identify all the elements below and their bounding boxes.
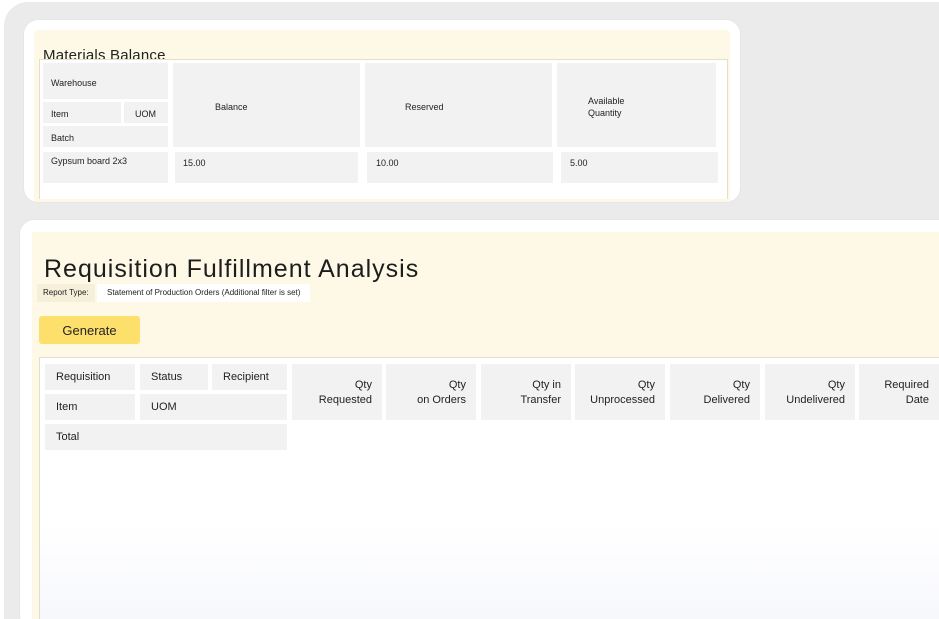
row-reserved: 10.00 <box>367 152 553 183</box>
materials-balance-card: Materials Balance Warehouse Item UOM Bat… <box>24 20 740 202</box>
row-available: 5.00 <box>561 152 718 183</box>
header-qty-undelivered-line1: Qty <box>827 379 845 391</box>
header-reserved[interactable]: Reserved <box>365 63 552 147</box>
header-total: Total <box>45 424 287 450</box>
header-reserved-label: Reserved <box>405 102 444 112</box>
header-item-label: Item <box>51 109 69 119</box>
header-required-date-line1: Required <box>884 379 929 391</box>
row-balance-text: 15.00 <box>183 158 206 168</box>
materials-balance-panel: Materials Balance Warehouse Item UOM Bat… <box>34 30 730 202</box>
header-balance-label: Balance <box>215 102 248 112</box>
header-balance[interactable]: Balance <box>173 63 360 147</box>
row-item-name: Gypsum board 2x3 <box>43 152 168 183</box>
header-batch[interactable]: Batch <box>43 126 168 147</box>
report-table: Requisition Status Recipient Item UOM To… <box>39 357 939 619</box>
header-qty-on-orders-line1: Qty <box>448 379 466 391</box>
header-qty-unprocessed[interactable]: Qty Unprocessed <box>575 364 665 420</box>
header-item[interactable]: Item <box>43 102 121 123</box>
header-qty-requested[interactable]: Qty Requested <box>292 364 382 420</box>
header-qty-in-transfer-line2: Transfer <box>520 394 561 406</box>
header-uom-label: UOM <box>135 109 156 119</box>
header-required-date-line2: Date <box>905 394 929 406</box>
header-warehouse[interactable]: Warehouse <box>43 63 168 99</box>
header-available-quantity[interactable]: Available Quantity <box>557 63 716 147</box>
header-qty-requested-line1: Qty <box>354 379 372 391</box>
header-batch-label: Batch <box>51 133 75 143</box>
header-required-date[interactable]: Required Date <box>859 364 939 420</box>
header-warehouse-label: Warehouse <box>51 78 97 88</box>
row-available-text: 5.00 <box>570 158 588 168</box>
header-qty-undelivered-line2: Undelivered <box>786 394 845 406</box>
header-uom[interactable]: UOM <box>124 102 168 123</box>
header-qty-undelivered[interactable]: Qty Undelivered <box>765 364 855 420</box>
header-recipient[interactable]: Recipient <box>212 364 287 390</box>
header-qty-in-transfer[interactable]: Qty in Transfer <box>481 364 571 420</box>
header-item[interactable]: Item <box>45 394 135 420</box>
header-qty-on-orders[interactable]: Qty on Orders <box>386 364 476 420</box>
materials-balance-table: Warehouse Item UOM Batch Balance Reserve… <box>39 59 728 199</box>
header-qty-unprocessed-line2: Unprocessed <box>590 394 655 406</box>
header-qty-delivered-line2: Delivered <box>703 394 750 406</box>
header-available-label-1: Available <box>588 96 625 106</box>
header-status[interactable]: Status <box>140 364 208 390</box>
header-available-label-2: Quantity <box>588 108 622 118</box>
header-qty-delivered-line1: Qty <box>732 379 750 391</box>
header-uom[interactable]: UOM <box>140 394 287 420</box>
generate-button[interactable]: Generate <box>39 316 140 344</box>
row-balance: 15.00 <box>175 152 358 183</box>
header-qty-delivered[interactable]: Qty Delivered <box>670 364 760 420</box>
header-qty-requested-line2: Requested <box>318 394 372 406</box>
header-qty-on-orders-line2: on Orders <box>417 394 466 406</box>
page-title: Requisition Fulfillment Analysis <box>44 255 420 283</box>
header-requisition[interactable]: Requisition <box>45 364 135 390</box>
row-reserved-text: 10.00 <box>376 158 399 168</box>
header-qty-unprocessed-line1: Qty <box>637 379 655 391</box>
report-type-label: Report Type: <box>37 284 95 302</box>
requisition-analysis-panel: Requisition Fulfillment Analysis Report … <box>32 232 939 619</box>
header-qty-in-transfer-line1: Qty in <box>532 379 561 391</box>
requisition-analysis-card: Requisition Fulfillment Analysis Report … <box>20 220 939 619</box>
row-item-name-text: Gypsum board 2x3 <box>51 156 128 166</box>
report-type-select[interactable]: Statement of Production Orders (Addition… <box>97 284 311 302</box>
